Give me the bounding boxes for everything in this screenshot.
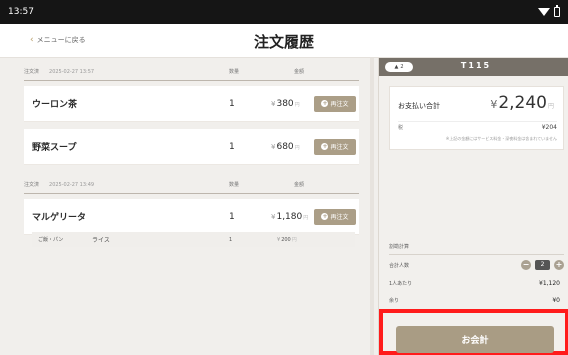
item-name: ウーロン茶 (32, 100, 78, 110)
option-row: ご飯・パン ライス 1 ¥200円 (32, 232, 355, 247)
qty-header: 数量 (229, 69, 240, 75)
status-time: 13:57 (8, 7, 34, 17)
divider (389, 254, 564, 255)
fee-note: ※上記の金額にはサービス料金・深夜料金は含まれていません (445, 136, 557, 141)
option-category: ご飯・パン (38, 237, 64, 243)
plus-icon: + (321, 143, 329, 150)
checkout-button[interactable]: お会計 (396, 326, 554, 353)
people-label: 合計人数 (389, 262, 410, 269)
per-person-value: ¥1,120 (539, 279, 560, 287)
plus-button[interactable]: + (554, 260, 564, 270)
order-item-row: ウーロン茶 1 ¥380円 + 再注文 (24, 86, 359, 122)
qty-header: 数量 (229, 182, 240, 188)
scrollbar[interactable] (370, 58, 374, 355)
item-qty: 1 (229, 211, 235, 222)
order-status-label: 注文済 (24, 182, 40, 188)
item-price: ¥380円 (271, 98, 300, 109)
total-amount: ¥2,240円 (490, 93, 554, 113)
tax-row: 税 ¥204 (398, 121, 557, 133)
table-bar: ▲ 2 T115 (379, 58, 568, 76)
people-value: 2 (535, 260, 550, 270)
page-title: 注文履歴 (253, 33, 314, 51)
reorder-button[interactable]: + 再注文 (314, 95, 356, 112)
order-item-row: 野菜スープ 1 ¥680円 + 再注文 (24, 129, 359, 165)
guest-count-badge: ▲ 2 (385, 62, 413, 72)
tax-label: 税 (398, 125, 404, 131)
option-qty: 1 (229, 236, 233, 243)
split-calc-title: 割勘計算 (389, 244, 410, 250)
people-stepper: − 2 + (521, 260, 564, 270)
reorder-button[interactable]: + 再注文 (314, 208, 356, 225)
order-history-panel: 注文済 2025-02-27 13:57 数量 金額 ウーロン茶 1 ¥380円… (0, 58, 378, 355)
reorder-button[interactable]: + 再注文 (314, 138, 356, 155)
per-person-row: 1人あたり ¥1,120 (389, 277, 564, 289)
remainder-value: ¥0 (552, 296, 560, 304)
item-price: ¥680円 (271, 141, 300, 152)
order-item-row: マルゲリータ 1 ¥1,180円 + 再注文 (24, 199, 359, 235)
status-bar: 13:57 (0, 0, 568, 24)
order-header: 注文済 2025-02-27 13:49 数量 金額 (24, 176, 359, 194)
item-qty: 1 (229, 141, 235, 152)
item-qty: 1 (229, 98, 235, 109)
remainder-label: 余り (389, 297, 400, 304)
plus-icon: + (321, 213, 329, 220)
price-header: 金額 (294, 182, 305, 188)
payment-summary-card: お支払い合計 ¥2,240円 税 ¥204 ※上記の金額にはサービス料金・深夜料… (389, 86, 564, 150)
order-date: 2025-02-27 13:49 (49, 181, 95, 188)
app-header: ‹ メニューに戻る 注文履歴 (0, 24, 568, 58)
minus-button[interactable]: − (521, 260, 531, 270)
wifi-icon (538, 8, 550, 16)
order-date: 2025-02-27 13:57 (49, 68, 95, 75)
bill-panel: ▲ 2 T115 お支払い合計 ¥2,240円 税 ¥204 ※上記の金額にはサ… (378, 58, 568, 355)
price-header: 金額 (294, 69, 305, 75)
remainder-row: 余り ¥0 (389, 294, 564, 306)
people-row: 合計人数 − 2 + (389, 259, 564, 271)
status-icons (538, 5, 560, 17)
tax-value: ¥204 (541, 124, 557, 131)
person-icon: ▲ (394, 64, 399, 70)
order-status-label: 注文済 (24, 69, 40, 75)
per-person-label: 1人あたり (389, 280, 413, 287)
table-number: T115 (460, 61, 492, 70)
item-price: ¥1,180円 (271, 211, 309, 222)
order-header: 注文済 2025-02-27 13:57 数量 金額 (24, 63, 359, 81)
total-label: お支払い合計 (398, 102, 440, 110)
option-price: ¥200円 (277, 237, 297, 243)
plus-icon: + (321, 100, 329, 107)
option-name: ライス (92, 237, 110, 244)
battery-icon (554, 5, 560, 17)
item-name: 野菜スープ (32, 143, 77, 153)
item-name: マルゲリータ (32, 213, 87, 223)
